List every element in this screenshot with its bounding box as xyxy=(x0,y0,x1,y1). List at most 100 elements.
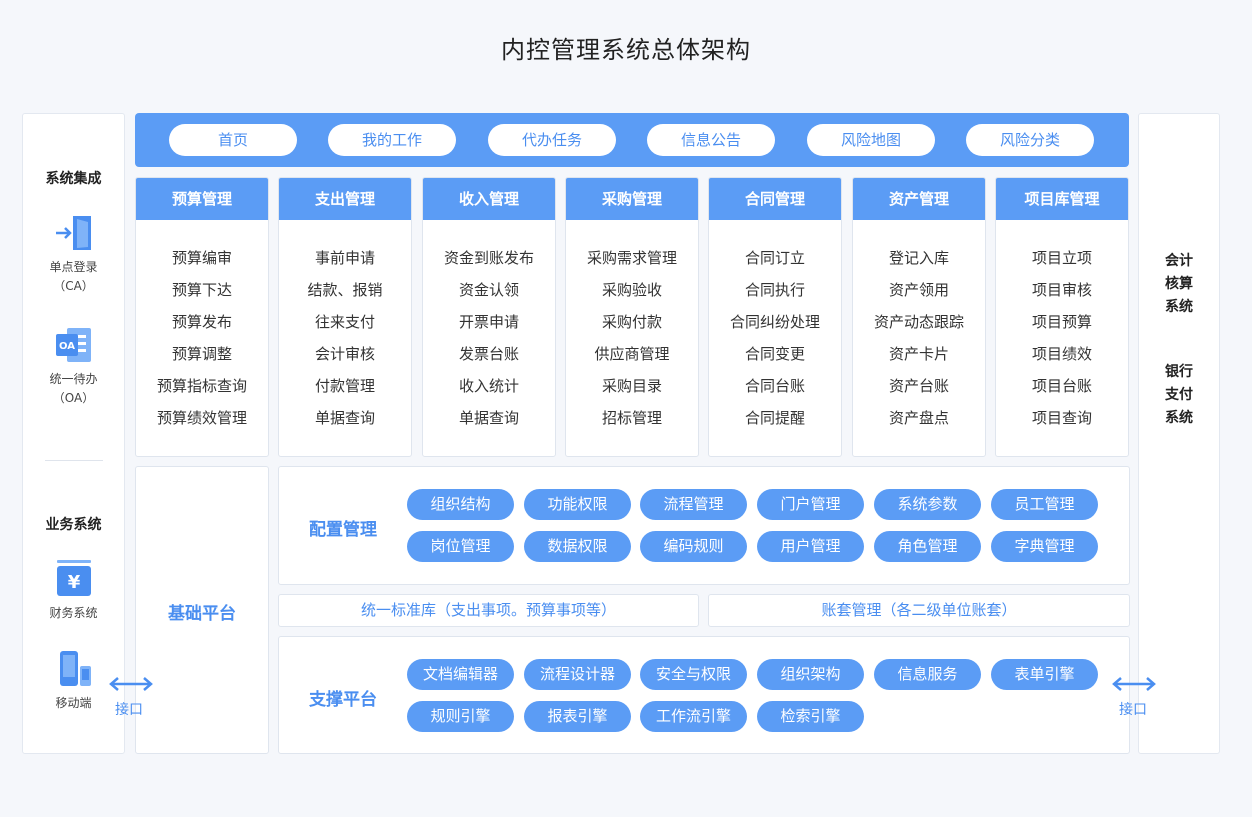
module-item[interactable]: 项目台账 xyxy=(996,376,1128,408)
module-item-list: 采购需求管理 采购验收 采购付款 供应商管理 采购目录 招标管理 xyxy=(566,220,698,440)
module-item[interactable]: 项目立项 xyxy=(996,248,1128,280)
nav-risk-category[interactable]: 风险分类 xyxy=(966,124,1094,156)
module-1: 支出管理事前申请 结款、报销 往来支付 会计审核 付款管理 单据查询 xyxy=(278,177,412,457)
config-pill[interactable]: 系统参数 xyxy=(874,489,981,520)
config-pill[interactable]: 岗位管理 xyxy=(407,531,514,562)
nav-announcements[interactable]: 信息公告 xyxy=(647,124,775,156)
support-platform-label: 支撑平台 xyxy=(309,690,377,710)
config-pill[interactable]: 角色管理 xyxy=(874,531,981,562)
module-item[interactable]: 采购需求管理 xyxy=(566,248,698,280)
support-pill[interactable]: 安全与权限 xyxy=(640,659,747,690)
module-title[interactable]: 资产管理 xyxy=(853,178,985,220)
config-pill[interactable]: 数据权限 xyxy=(524,531,631,562)
finance-system-item[interactable]: ¥ 财务系统 xyxy=(23,560,124,623)
config-pill[interactable]: 功能权限 xyxy=(524,489,631,520)
module-2: 收入管理资金到账发布 资金认领 开票申请 发票台账 收入统计 单据查询 xyxy=(422,177,556,457)
module-item[interactable]: 合同执行 xyxy=(709,280,841,312)
support-pill[interactable]: 规则引擎 xyxy=(407,701,514,732)
nav-home[interactable]: 首页 xyxy=(169,124,297,156)
sso-item[interactable]: 单点登录 （CA） xyxy=(23,214,124,296)
support-pill[interactable]: 流程设计器 xyxy=(524,659,631,690)
module-title[interactable]: 收入管理 xyxy=(423,178,555,220)
right-external-panel: 会计 核算 系统 银行 支付 系统 xyxy=(1138,113,1220,754)
config-pill[interactable]: 用户管理 xyxy=(757,531,864,562)
left-integration-panel: 系统集成 单点登录 （CA） OA 统一待办 （OA） 业务系统 ¥ 财务系统 … xyxy=(22,113,125,754)
module-item[interactable]: 结款、报销 xyxy=(279,280,411,312)
module-item[interactable]: 项目审核 xyxy=(996,280,1128,312)
config-pill[interactable]: 流程管理 xyxy=(640,489,747,520)
support-pill[interactable]: 检索引擎 xyxy=(757,701,864,732)
nav-pending-tasks[interactable]: 代办任务 xyxy=(488,124,616,156)
module-item[interactable]: 付款管理 xyxy=(279,376,411,408)
module-title[interactable]: 合同管理 xyxy=(709,178,841,220)
support-pill[interactable]: 工作流引擎 xyxy=(640,701,747,732)
module-item[interactable]: 项目查询 xyxy=(996,408,1128,440)
support-pill[interactable]: 信息服务 xyxy=(874,659,981,690)
config-pill[interactable]: 字典管理 xyxy=(991,531,1098,562)
module-item[interactable]: 会计审核 xyxy=(279,344,411,376)
module-item[interactable]: 收入统计 xyxy=(423,376,555,408)
module-item[interactable]: 供应商管理 xyxy=(566,344,698,376)
module-item[interactable]: 事前申请 xyxy=(279,248,411,280)
module-item[interactable]: 合同纠纷处理 xyxy=(709,312,841,344)
module-item[interactable]: 发票台账 xyxy=(423,344,555,376)
module-item[interactable]: 单据查询 xyxy=(279,408,411,440)
module-item-list: 登记入库 资产领用 资产动态跟踪 资产卡片 资产台账 资产盘点 xyxy=(853,220,985,440)
top-nav-bar: 首页 我的工作 代办任务 信息公告 风险地图 风险分类 xyxy=(135,113,1129,167)
module-title[interactable]: 采购管理 xyxy=(566,178,698,220)
module-item[interactable]: 采购验收 xyxy=(566,280,698,312)
module-item[interactable]: 资金到账发布 xyxy=(423,248,555,280)
support-pill[interactable]: 文档编辑器 xyxy=(407,659,514,690)
module-0: 预算管理预算编审 预算下达 预算发布 预算调整 预算指标查询 预算绩效管理 xyxy=(135,177,269,457)
module-item[interactable]: 采购付款 xyxy=(566,312,698,344)
module-item[interactable]: 采购目录 xyxy=(566,376,698,408)
config-pill[interactable]: 门户管理 xyxy=(757,489,864,520)
module-item[interactable]: 预算调整 xyxy=(136,344,268,376)
module-item[interactable]: 预算绩效管理 xyxy=(136,408,268,440)
module-title[interactable]: 项目库管理 xyxy=(996,178,1128,220)
module-item[interactable]: 合同台账 xyxy=(709,376,841,408)
login-door-icon xyxy=(55,216,91,250)
config-pill[interactable]: 编码规则 xyxy=(640,531,747,562)
module-item[interactable]: 招标管理 xyxy=(566,408,698,440)
oa-label: 统一待办 xyxy=(49,372,98,386)
module-item[interactable]: 项目预算 xyxy=(996,312,1128,344)
module-item[interactable]: 资产卡片 xyxy=(853,344,985,376)
config-pill[interactable]: 组织结构 xyxy=(407,489,514,520)
module-item[interactable]: 合同提醒 xyxy=(709,408,841,440)
business-heading: 业务系统 xyxy=(45,517,102,533)
oa-item[interactable]: OA 统一待办 （OA） xyxy=(23,326,124,408)
module-item[interactable]: 往来支付 xyxy=(279,312,411,344)
module-title[interactable]: 支出管理 xyxy=(279,178,411,220)
module-item[interactable]: 预算编审 xyxy=(136,248,268,280)
support-pill[interactable]: 表单引擎 xyxy=(991,659,1098,690)
module-item[interactable]: 合同变更 xyxy=(709,344,841,376)
module-item[interactable]: 资金认领 xyxy=(423,280,555,312)
module-item[interactable]: 资产台账 xyxy=(853,376,985,408)
standard-library-box[interactable]: 统一标准库（支出事项。预算事项等） xyxy=(278,594,699,627)
nav-risk-map[interactable]: 风险地图 xyxy=(807,124,935,156)
module-item[interactable]: 开票申请 xyxy=(423,312,555,344)
nav-my-work[interactable]: 我的工作 xyxy=(328,124,456,156)
module-item[interactable]: 资产盘点 xyxy=(853,408,985,440)
account-set-box[interactable]: 账套管理（各二级单位账套） xyxy=(708,594,1130,627)
module-title[interactable]: 预算管理 xyxy=(136,178,268,220)
bank-line-3: 系统 xyxy=(1165,410,1193,426)
bank-line-2: 支付 xyxy=(1165,387,1193,403)
module-item[interactable]: 登记入库 xyxy=(853,248,985,280)
module-item-list: 合同订立 合同执行 合同纠纷处理 合同变更 合同台账 合同提醒 xyxy=(709,220,841,440)
module-item[interactable]: 单据查询 xyxy=(423,408,555,440)
module-3: 采购管理 采购需求管理 采购验收 采购付款 供应商管理 采购目录 招标管理 xyxy=(565,177,699,457)
module-item[interactable]: 项目绩效 xyxy=(996,344,1128,376)
module-item[interactable]: 资产动态跟踪 xyxy=(853,312,985,344)
module-item[interactable]: 合同订立 xyxy=(709,248,841,280)
module-item[interactable]: 预算下达 xyxy=(136,280,268,312)
module-item[interactable]: 资产领用 xyxy=(853,280,985,312)
mobile-device-icon xyxy=(59,651,91,686)
config-pill[interactable]: 员工管理 xyxy=(991,489,1098,520)
module-item[interactable]: 预算发布 xyxy=(136,312,268,344)
module-item[interactable]: 预算指标查询 xyxy=(136,376,268,408)
support-pill[interactable]: 报表引擎 xyxy=(524,701,631,732)
right-interface-arrow-icon xyxy=(1112,677,1156,691)
support-pill[interactable]: 组织架构 xyxy=(757,659,864,690)
